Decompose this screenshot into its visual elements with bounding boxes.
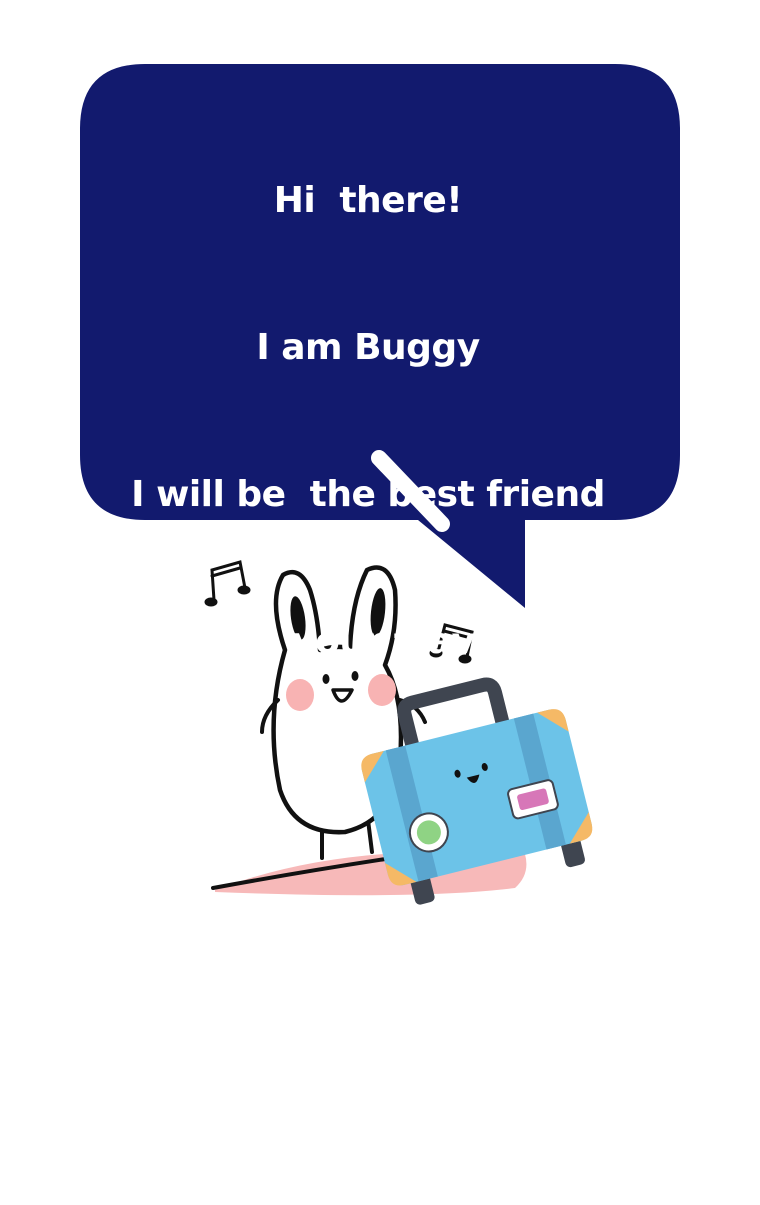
bubble-line-spacer: [82, 764, 654, 813]
bubble-line-1: Hi there!: [273, 180, 463, 221]
bubble-line-5: Let’s start!: [257, 915, 479, 956]
bubble-line-2: I am Buggy: [256, 327, 480, 368]
speech-bubble-text: Hi there! I am Buggy I will be the best …: [82, 78, 654, 1205]
illustration-canvas: Hi there! I am Buggy I will be the best …: [0, 0, 760, 1103]
bubble-line-4: during your traveling.: [150, 621, 586, 662]
bubble-line-3: I will be the best friend: [131, 474, 605, 515]
bubble-line-6: Please swipe the page: [139, 1062, 597, 1103]
